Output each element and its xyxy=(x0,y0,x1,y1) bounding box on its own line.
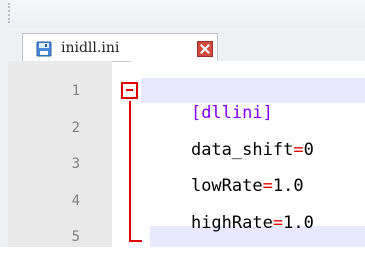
save-icon[interactable] xyxy=(36,41,52,57)
text-editor-window: inidll.ini 1 2 3 4 5 [dllini] data_shift… xyxy=(0,0,365,247)
close-icon[interactable] xyxy=(197,41,213,57)
line-number: 4 xyxy=(71,193,80,209)
ini-key: highRate xyxy=(190,213,273,233)
fold-toggle-icon[interactable] xyxy=(121,82,138,99)
toolbar-grip[interactable] xyxy=(8,3,16,23)
ini-value: 0 xyxy=(303,140,314,160)
line-number: 1 xyxy=(71,83,80,99)
left-rail xyxy=(0,0,8,247)
ini-equals: = xyxy=(272,213,284,233)
code-line-4[interactable]: highRate=1.0 xyxy=(150,193,314,253)
fold-end-marker xyxy=(129,240,142,242)
fold-line xyxy=(129,101,131,242)
line-number: 5 xyxy=(71,229,80,245)
line-number: 3 xyxy=(71,156,80,172)
tab-inidll-ini[interactable]: inidll.ini xyxy=(22,33,218,61)
toolbar-strip xyxy=(0,0,365,29)
tab-label: inidll.ini xyxy=(61,40,120,56)
ini-value: 1.0 xyxy=(283,213,314,233)
line-number: 2 xyxy=(71,120,80,136)
tab-bar: inidll.ini xyxy=(8,28,365,62)
